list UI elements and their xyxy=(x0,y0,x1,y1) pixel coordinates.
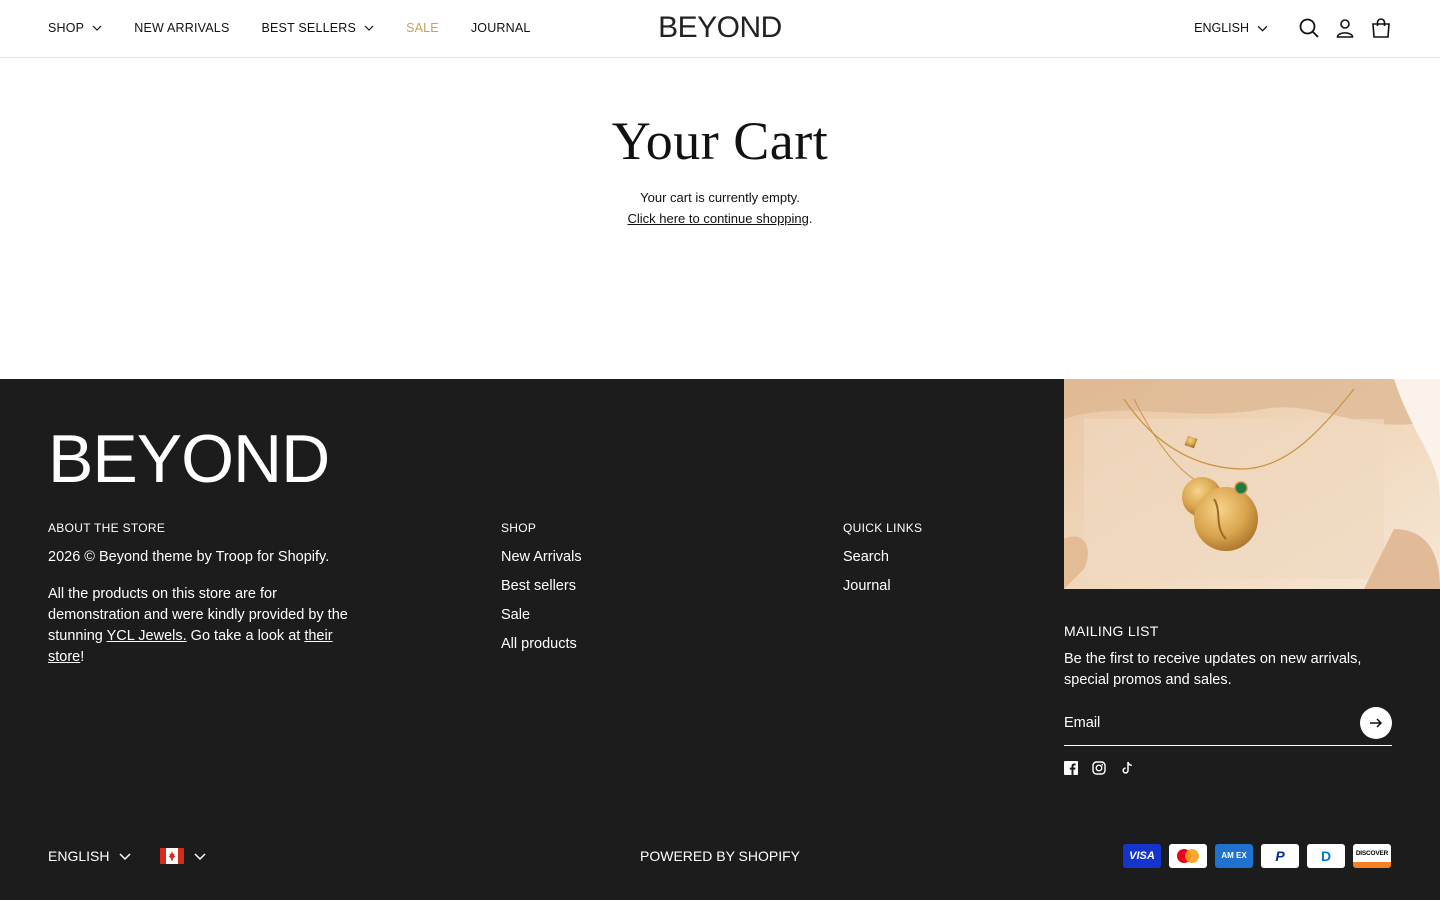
payment-label: VISA xyxy=(1129,850,1155,862)
nav-item-best-sellers[interactable]: BEST SELLERS xyxy=(261,21,374,35)
main-nav: SHOP NEW ARRIVALS BEST SELLERS SALE JOUR… xyxy=(48,0,563,56)
footer-link-sale[interactable]: Sale xyxy=(501,605,701,626)
account-icon[interactable] xyxy=(1334,17,1356,39)
nav-item-label: JOURNAL xyxy=(470,21,531,35)
site-header: SHOP NEW ARRIVALS BEST SELLERS SALE JOUR… xyxy=(0,0,1440,58)
nav-item-label: NEW ARRIVALS xyxy=(134,21,230,35)
payment-label: AM EX xyxy=(1221,851,1247,860)
chevron-down-icon xyxy=(92,25,102,31)
visa-icon: VISA xyxy=(1123,844,1161,868)
instagram-icon[interactable] xyxy=(1092,761,1106,775)
nav-item-label: SALE xyxy=(406,21,439,35)
cart-empty-message: Your cart is currently empty. xyxy=(640,190,800,205)
header-actions: ENGLISH xyxy=(1194,0,1392,56)
amex-icon: AM EX xyxy=(1215,844,1253,868)
footer-shop: SHOP New Arrivals Best sellers Sale All … xyxy=(501,521,701,663)
payment-label: D xyxy=(1320,848,1332,864)
email-field[interactable] xyxy=(1064,709,1344,737)
cart-icon[interactable] xyxy=(1370,17,1392,39)
mailing-list-heading: MAILING LIST xyxy=(1064,623,1159,639)
ycl-jewels-link[interactable]: YCL Jewels. xyxy=(107,628,187,644)
nav-item-journal[interactable]: JOURNAL xyxy=(471,21,531,35)
continue-suffix: . xyxy=(808,211,813,226)
footer-link-new-arrivals[interactable]: New Arrivals xyxy=(501,547,701,568)
nav-item-sale[interactable]: SALE xyxy=(406,21,439,35)
chevron-down-icon xyxy=(364,25,374,31)
facebook-icon[interactable] xyxy=(1064,761,1078,775)
site-logo[interactable]: BEYOND xyxy=(652,12,788,44)
footer-about-text: All the products on this store are for d… xyxy=(48,584,368,668)
language-selector[interactable]: ENGLISH xyxy=(1194,21,1268,35)
mailing-list-text: Be the first to receive updates on new a… xyxy=(1064,651,1362,688)
footer-link-journal[interactable]: Journal xyxy=(843,576,1043,597)
social-links xyxy=(1064,761,1148,775)
continue-shopping: Click here to continue shopping. xyxy=(0,211,1440,226)
newsletter-form xyxy=(1064,705,1392,746)
chevron-down-icon xyxy=(1257,25,1268,32)
footer-copyright: 2026 © Beyond theme by Troop for Shopify… xyxy=(48,549,330,565)
footer-heading: SHOP xyxy=(501,521,537,535)
about-text-part: Go take a look at xyxy=(186,628,305,644)
continue-shopping-link[interactable]: Click here to continue shopping xyxy=(627,211,808,226)
diners-club-icon: D xyxy=(1307,844,1345,868)
footer-link-all-products[interactable]: All products xyxy=(501,634,701,655)
nav-item-shop[interactable]: SHOP xyxy=(48,21,102,35)
footer-heading: QUICK LINKS xyxy=(843,521,923,535)
discover-icon: DISCOVER xyxy=(1353,844,1391,868)
tiktok-icon[interactable] xyxy=(1120,761,1134,775)
arrow-right-icon xyxy=(1370,718,1383,728)
nav-item-label: SHOP xyxy=(48,21,85,35)
site-footer: BEYOND ABOUT THE STORE 2026 © Beyond the… xyxy=(0,379,1440,900)
footer-promo-image xyxy=(1064,379,1440,589)
footer-link-search[interactable]: Search xyxy=(843,547,1043,568)
footer-heading: ABOUT THE STORE xyxy=(48,521,166,535)
nav-item-label: BEST SELLERS xyxy=(261,21,357,35)
page-title: Your Cart xyxy=(611,111,829,171)
language-label: ENGLISH xyxy=(1194,21,1249,35)
footer-link-best-sellers[interactable]: Best sellers xyxy=(501,576,701,597)
payment-label: P xyxy=(1275,848,1285,864)
mastercard-icon xyxy=(1169,844,1207,868)
about-text-part: ! xyxy=(80,649,85,665)
nav-item-new-arrivals[interactable]: NEW ARRIVALS xyxy=(134,21,229,35)
payment-label: DISCOVER xyxy=(1355,849,1389,857)
payment-methods: VISA AM EX P D DISCOVER xyxy=(1115,844,1391,868)
footer-about: ABOUT THE STORE 2026 © Beyond theme by T… xyxy=(48,521,368,684)
cart-page: Your Cart Your cart is currently empty. … xyxy=(0,58,1440,379)
paypal-icon: P xyxy=(1261,844,1299,868)
powered-by-shopify-link[interactable]: POWERED BY SHOPIFY xyxy=(640,848,800,864)
footer-logo: BEYOND xyxy=(48,421,330,497)
newsletter-submit-button[interactable] xyxy=(1360,707,1392,739)
mastercard-circles xyxy=(1177,849,1199,863)
search-icon[interactable] xyxy=(1298,17,1320,39)
footer-quick-links: QUICK LINKS Search Journal xyxy=(843,521,1043,605)
